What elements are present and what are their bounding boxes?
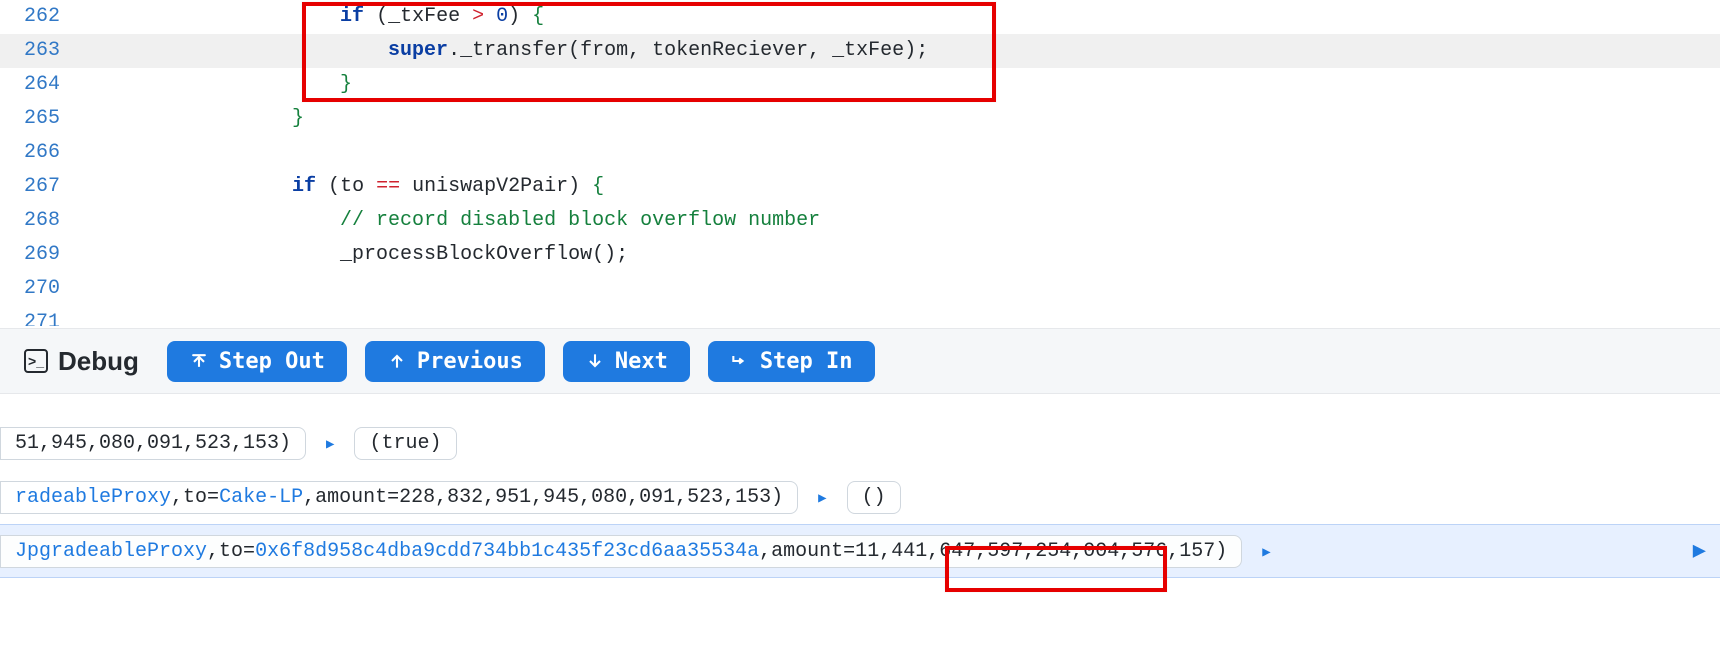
code-line[interactable]: 264 }: [0, 68, 1720, 102]
code-editor[interactable]: 262 if (_txFee > 0) {263 super._transfer…: [0, 0, 1720, 328]
previous-button[interactable]: Previous: [365, 341, 545, 382]
code-line[interactable]: 266: [0, 136, 1720, 170]
trace-chip-return: (): [847, 481, 901, 514]
line-number: 266: [0, 136, 78, 170]
previous-label: Previous: [417, 349, 523, 374]
expand-icon[interactable]: [1256, 540, 1276, 563]
expand-icon[interactable]: [320, 432, 340, 455]
debug-toolbar: >_ Debug Step Out Previous Next Step In: [0, 328, 1720, 394]
line-number: 264: [0, 68, 78, 102]
line-number: 265: [0, 102, 78, 136]
line-number: 268: [0, 204, 78, 238]
step-out-button[interactable]: Step Out: [167, 341, 347, 382]
step-in-icon: [730, 351, 750, 371]
next-button[interactable]: Next: [563, 341, 690, 382]
trace-row[interactable]: 51,945,080,091,523,153) (true): [0, 416, 1720, 470]
arrow-down-icon: [585, 351, 605, 371]
line-number: 270: [0, 272, 78, 306]
code-content: }: [100, 68, 352, 102]
line-number: 271: [0, 306, 78, 326]
expand-icon[interactable]: [812, 486, 832, 509]
code-line-cutoff: 271 uint256 lpb = balanceOf(uniswapV2Pai…: [0, 306, 1720, 326]
trace-chip-return: (true): [354, 427, 456, 460]
code-line[interactable]: 270: [0, 272, 1720, 306]
code-line[interactable]: 269 _processBlockOverflow();: [0, 238, 1720, 272]
code-content: _processBlockOverflow();: [100, 238, 628, 272]
trace-row-active[interactable]: JpgradeableProxy, to=0x6f8d958c4dba9cdd7…: [0, 524, 1720, 578]
trace-chip-args: radeableProxy, to=Cake-LP, amount=228,83…: [0, 481, 798, 514]
step-out-label: Step Out: [219, 349, 325, 374]
code-content: if (to == uniswapV2Pair) {: [100, 170, 604, 204]
code-content: super._transfer(from, tokenReciever, _tx…: [100, 34, 928, 68]
step-out-icon: [189, 351, 209, 371]
trace-row[interactable]: radeableProxy, to=Cake-LP, amount=228,83…: [0, 470, 1720, 524]
terminal-icon: >_: [24, 349, 48, 373]
trace-chip-args: 51,945,080,091,523,153): [0, 427, 306, 460]
line-number: 263: [0, 34, 78, 68]
line-number: 262: [0, 0, 78, 34]
code-content: }: [100, 102, 304, 136]
next-label: Next: [615, 349, 668, 374]
code-line[interactable]: 267 if (to == uniswapV2Pair) {: [0, 170, 1720, 204]
code-line[interactable]: 262 if (_txFee > 0) {: [0, 0, 1720, 34]
scroll-right-icon[interactable]: ▶: [1693, 538, 1706, 564]
debug-title-text: Debug: [58, 346, 139, 377]
step-in-button[interactable]: Step In: [708, 341, 875, 382]
code-content: // record disabled block overflow number: [100, 204, 820, 238]
code-line[interactable]: 265 }: [0, 102, 1720, 136]
trace-chip-args: JpgradeableProxy, to=0x6f8d958c4dba9cdd7…: [0, 535, 1242, 568]
code-line[interactable]: 268 // record disabled block overflow nu…: [0, 204, 1720, 238]
line-number: 269: [0, 238, 78, 272]
debug-title: >_ Debug: [24, 346, 139, 377]
step-in-label: Step In: [760, 349, 853, 374]
code-line[interactable]: 263 super._transfer(from, tokenReciever,…: [0, 34, 1720, 68]
call-trace: 51,945,080,091,523,153) (true) radeableP…: [0, 394, 1720, 578]
line-number: 267: [0, 170, 78, 204]
arrow-up-icon: [387, 351, 407, 371]
code-content: if (_txFee > 0) {: [100, 0, 544, 34]
